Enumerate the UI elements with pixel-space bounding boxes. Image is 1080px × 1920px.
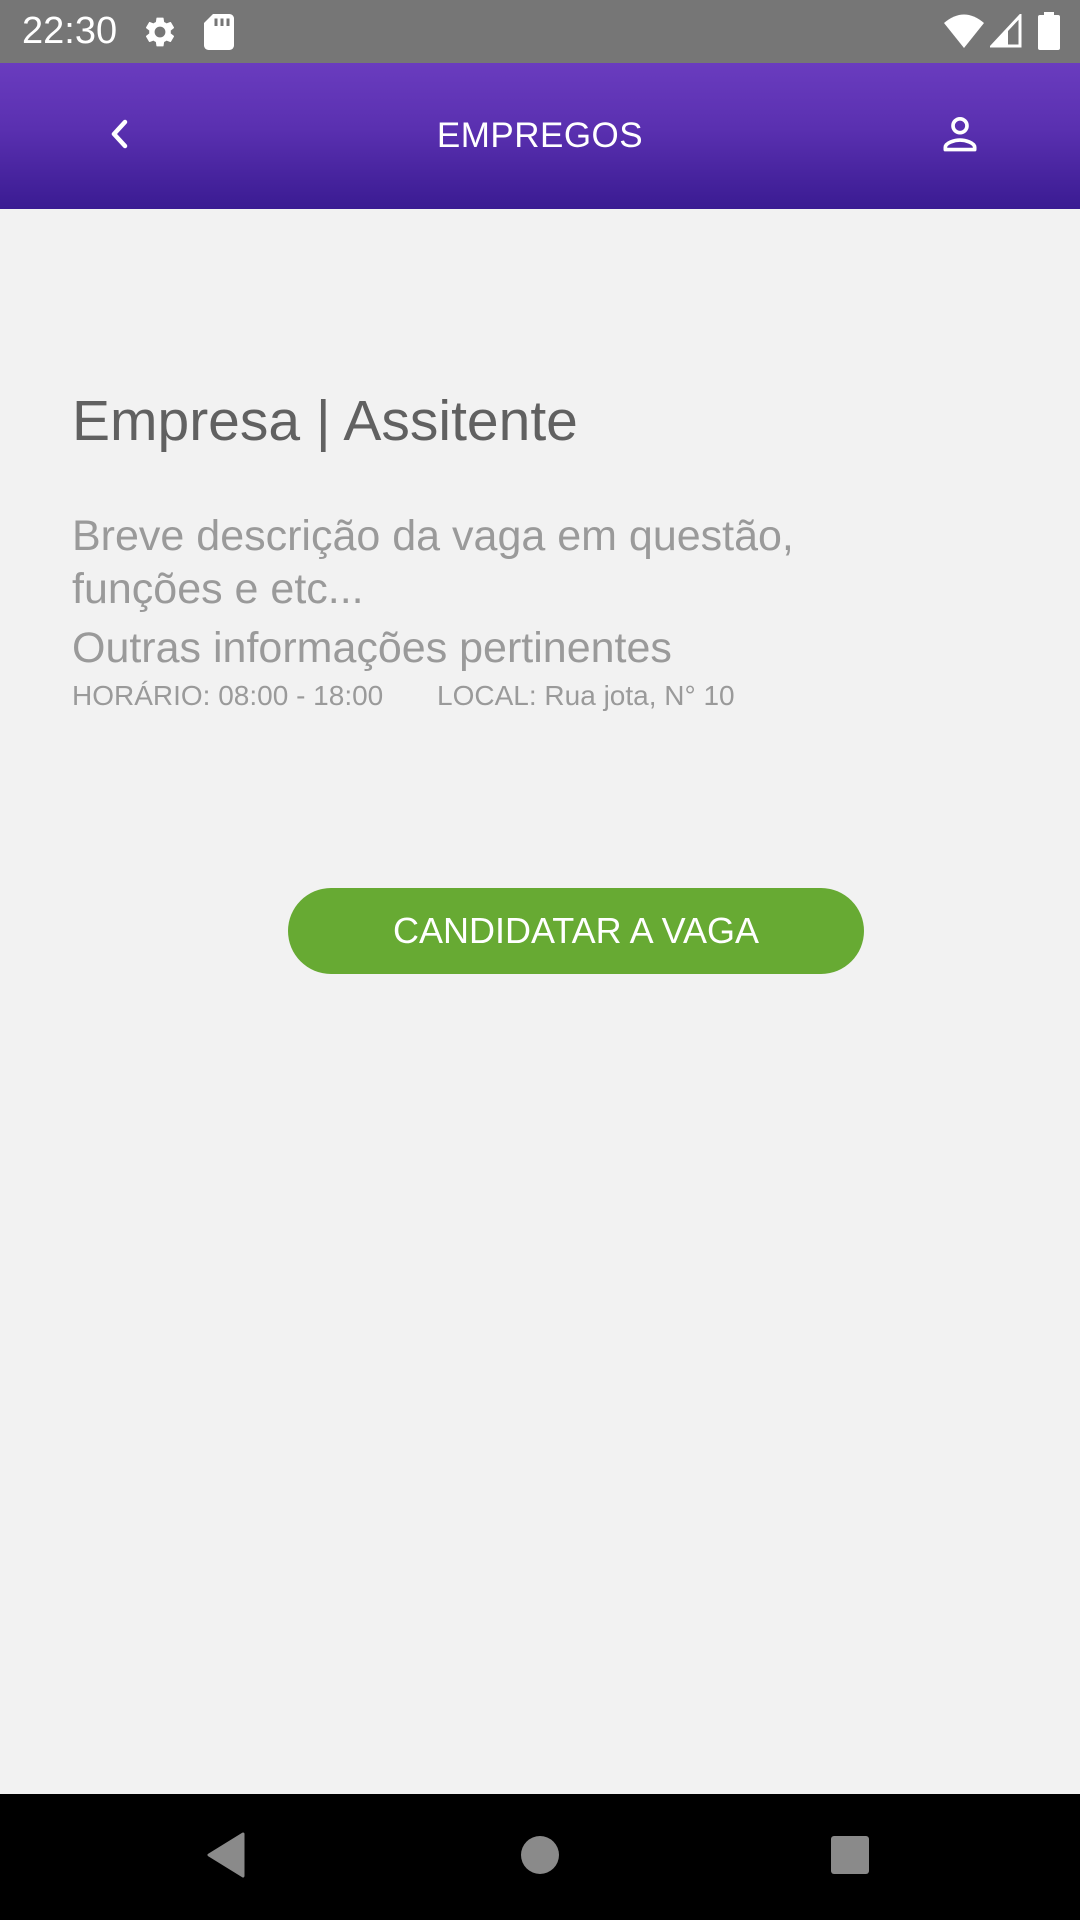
profile-button[interactable]	[920, 96, 1000, 176]
job-meta: HORÁRIO: 08:00 - 18:00 LOCAL: Rua jota, …	[72, 680, 735, 712]
status-time: 22:30	[22, 10, 118, 52]
recents-square-icon	[830, 1835, 870, 1879]
wifi-icon	[944, 14, 984, 52]
job-schedule: HORÁRIO: 08:00 - 18:00	[72, 680, 384, 711]
person-icon	[938, 112, 982, 160]
home-circle-icon	[520, 1835, 560, 1879]
job-detail-screen: 22:30 EMPREGOS Empresa | Assitente Breve…	[0, 0, 1080, 1920]
job-other-info: Outras informações pertinentes	[72, 624, 672, 672]
nav-back-button[interactable]	[155, 1794, 295, 1920]
nav-recents-button[interactable]	[780, 1794, 920, 1920]
nav-home-button[interactable]	[470, 1794, 610, 1920]
status-bar: 22:30	[0, 0, 1080, 63]
apply-button[interactable]: CANDIDATAR A VAGA	[288, 888, 864, 974]
nav-bar	[0, 1794, 1080, 1920]
signal-icon	[988, 12, 1022, 52]
gear-icon	[142, 14, 178, 54]
page-title: EMPREGOS	[436, 116, 644, 155]
back-triangle-icon	[205, 1832, 245, 1882]
job-title: Empresa | Assitente	[72, 389, 578, 453]
battery-icon	[1038, 12, 1060, 54]
job-description: Breve descrição da vaga em questão, funç…	[72, 512, 794, 613]
app-bar: EMPREGOS	[0, 63, 1080, 209]
sd-card-icon	[204, 14, 234, 54]
job-location: LOCAL: Rua jota, N° 10	[437, 680, 735, 711]
